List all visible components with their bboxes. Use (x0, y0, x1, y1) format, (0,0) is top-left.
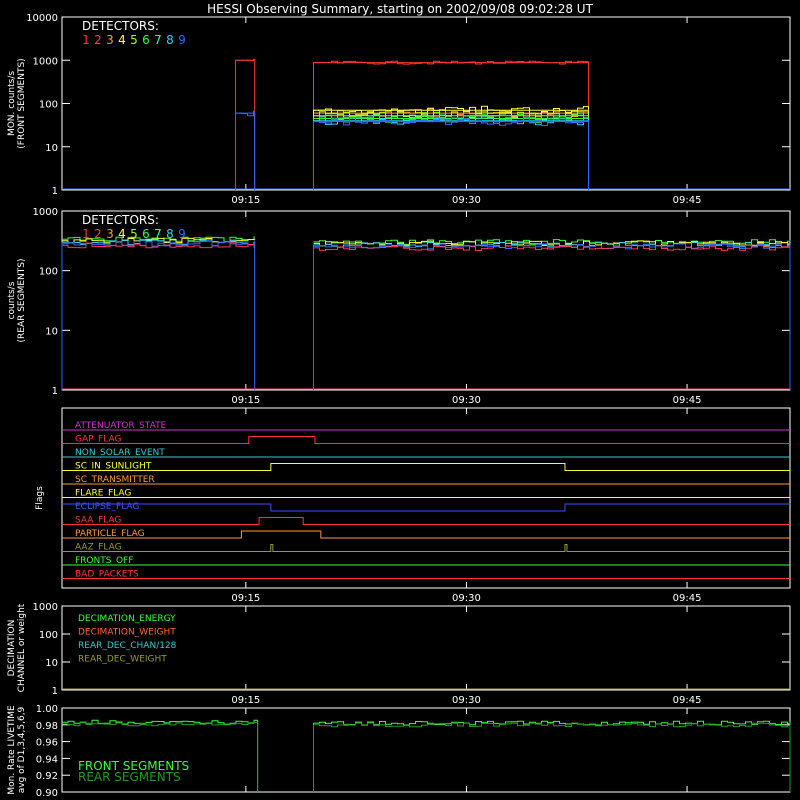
flag-trace-GAP_FLAG (62, 436, 790, 444)
livetime-ylabel: Mon. Rate LIVETIME (7, 705, 17, 795)
flags-x-tick-label: 09:45 (673, 593, 702, 604)
decimation-x-tick-label: 09:30 (452, 695, 481, 706)
decimation-y-tick-label: 1000 (33, 602, 58, 613)
rear-panel: 1 10 100 1000 counts/s (REAR SEGMENTS) 09:15 09… (7, 207, 791, 406)
front-series-8 (312, 120, 590, 190)
front-legend-detector-6: 6 (142, 33, 150, 47)
rear-x-tick-label: 09:30 (452, 395, 481, 406)
flags-x-tick-label: 09:30 (452, 593, 481, 604)
flag-trace-SAA_FLAG (62, 517, 790, 525)
flag-trace-SC_IN_SUNLIGHT (62, 463, 790, 471)
hessi-summary-figure: HESSI Observing Summary, starting on 200… (7, 2, 791, 799)
flags-x-tick-label: 09:15 (231, 593, 260, 604)
panels: 1 10 100 1000 10000 MON. counts/s (FRONT SEGME… (7, 13, 791, 799)
front-y-tick-label: 10000 (26, 13, 58, 24)
front-y-tick-label: 100 (39, 100, 58, 111)
decimation-panel: 1 10 100 1000 DECIMATION CHANNEL or weight 09:… (7, 602, 791, 706)
front-x-tick-label: 09:45 (673, 195, 702, 206)
front-ylabel: MON. counts/s (7, 71, 17, 136)
flag-trace-AAZ_FLAG (62, 544, 790, 552)
front-legend-detector-4: 4 (118, 33, 126, 47)
decimation-legend-1: DECIMATION_WEIGHT (78, 628, 176, 638)
livetime-y-tick-label: 0.90 (36, 788, 58, 799)
front-legend-detector-5: 5 (130, 33, 138, 47)
livetime-y-tick-label: 0.94 (36, 754, 58, 765)
livetime-panel: Mon. Rate LIVETIME avg of D1,3,4,5,6,9 0.9… (7, 704, 791, 799)
livetime-y-tick-label: 0.92 (36, 771, 58, 782)
front-series-5 (312, 115, 590, 190)
flags-panel: 09:1509:3009:4510:0010:1510:30FlagsATTEN… (35, 407, 791, 604)
livetime-ylabel: avg of D1,3,4,5,6,9 (17, 706, 27, 793)
livetime-y-tick-label: 1.00 (36, 704, 58, 715)
front-y-tick-label: 10 (45, 143, 58, 154)
rear-x-tick-label: 09:45 (673, 395, 702, 406)
rear-legend-detector-7: 7 (154, 227, 162, 241)
decimation-legend-0: DECIMATION_ENERGY (78, 614, 176, 624)
front-series-9 (235, 112, 256, 190)
rear-y-tick-label: 10 (45, 326, 58, 337)
front-y-tick-label: 1 (52, 186, 58, 197)
rear-legend-detector-5: 5 (130, 227, 138, 241)
front-legend-detector-2: 2 (94, 33, 102, 47)
front-series-1 (235, 59, 256, 190)
front-legend-title: DETECTORS: (82, 19, 159, 33)
decimation-ylabel: DECIMATION (7, 620, 17, 677)
front-y-tick-label: 1000 (33, 56, 58, 67)
front-series-1 (312, 62, 590, 190)
front-legend-detector-3: 3 (106, 33, 114, 47)
livetime-series-1 (313, 722, 791, 728)
rear-legend-detector-6: 6 (142, 227, 150, 241)
rear-legend-detector-1: 1 (82, 227, 90, 241)
rear-legend-detector-9: 9 (178, 227, 186, 241)
flags-ylabel: Flags (35, 486, 45, 510)
decimation-ylabel: CHANNEL or weight (17, 603, 27, 692)
front-legend-detector-7: 7 (154, 33, 162, 47)
livetime-legend-1: REAR SEGMENTS (78, 770, 181, 784)
decimation-y-tick-label: 100 (39, 630, 58, 641)
front-legend-detector-1: 1 (82, 33, 90, 47)
decimation-x-tick-label: 09:45 (673, 695, 702, 706)
flag-trace-PARTICLE_FLAG (62, 530, 790, 539)
flag-trace-ECLIPSE_FLAG (62, 503, 790, 512)
rear-ylabel: counts/s (7, 281, 17, 319)
front-x-tick-label: 09:15 (231, 195, 260, 206)
rear-x-tick-label: 09:15 (231, 395, 260, 406)
front-panel: 1 10 100 1000 10000 MON. counts/s (FRONT SEGME… (7, 13, 791, 206)
front-series-6 (312, 117, 590, 190)
front-legend-detector-9: 9 (178, 33, 186, 47)
rear-legend-detector-4: 4 (118, 227, 126, 241)
rear-y-tick-label: 100 (39, 267, 58, 278)
front-x-tick-label: 09:30 (452, 195, 481, 206)
rear-ylabel: (REAR SEGMENTS) (17, 258, 27, 342)
rear-legend-detector-3: 3 (106, 227, 114, 241)
decimation-y-tick-label: 10 (45, 658, 58, 669)
livetime-y-tick-label: 0.98 (36, 721, 58, 732)
front-legend-detector-8: 8 (166, 33, 174, 47)
front-ylabel: (FRONT SEGMENTS) (17, 58, 27, 148)
front-series-9 (312, 121, 590, 190)
rear-legend-title: DETECTORS: (82, 213, 159, 227)
decimation-legend-3: REAR_DEC_WEIGHT (78, 655, 167, 665)
decimation-legend-2: REAR_DEC_CHAN/128 (78, 641, 177, 651)
figure-title: HESSI Observing Summary, starting on 200… (207, 2, 593, 16)
decimation-y-tick-label: 1 (52, 686, 58, 697)
decimation-x-tick-label: 09:15 (231, 695, 260, 706)
rear-legend-detector-2: 2 (94, 227, 102, 241)
rear-y-tick-label: 1000 (33, 207, 58, 218)
rear-y-tick-label: 1 (52, 386, 58, 397)
rear-legend-detector-8: 8 (166, 227, 174, 241)
livetime-y-tick-label: 0.96 (36, 738, 58, 749)
